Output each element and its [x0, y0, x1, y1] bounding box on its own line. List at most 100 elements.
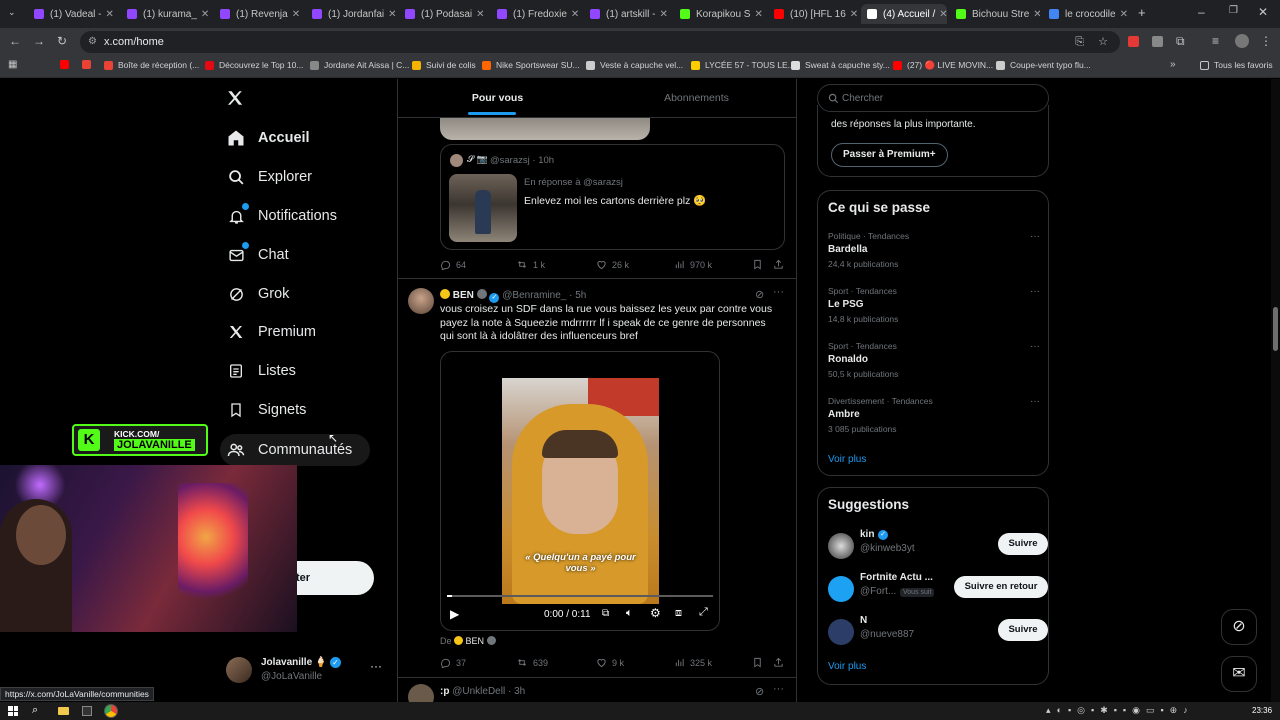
site-info-icon[interactable]: ⚙: [88, 31, 97, 53]
extension-icon[interactable]: [1152, 36, 1163, 47]
settings-icon[interactable]: ⚙: [650, 606, 661, 620]
close-tab-icon[interactable]: ✕: [655, 9, 667, 20]
video-progress-track[interactable]: [447, 595, 713, 597]
see-more-link[interactable]: Voir plus: [828, 661, 866, 672]
reload-icon[interactable]: ↻: [57, 34, 67, 48]
trend-item[interactable]: Politique · Tendances Bardella 24,4 k publ…: [828, 231, 1040, 269]
close-tab-icon[interactable]: ✕: [1029, 9, 1040, 20]
share-button[interactable]: [773, 657, 789, 668]
follow-button[interactable]: Suivre: [998, 619, 1048, 641]
grok-icon[interactable]: ⊘: [755, 685, 764, 698]
bookmark-item[interactable]: [82, 60, 96, 69]
trend-item[interactable]: Sport · Tendances Le PSG 14,8 k publicatio…: [828, 286, 1040, 324]
close-tab-icon[interactable]: ✕: [102, 9, 114, 20]
browser-tab[interactable]: (1) kurama_ ✕: [121, 4, 211, 24]
tab-search-icon[interactable]: ⌄: [8, 7, 16, 18]
author-name[interactable]: BEN: [453, 290, 474, 301]
file-explorer-icon[interactable]: [58, 707, 69, 715]
bookmark-item[interactable]: Veste à capuche vel...: [586, 60, 683, 70]
nav-item-grok[interactable]: Grok: [226, 279, 289, 309]
bookmark-item[interactable]: Boîte de réception (...: [104, 60, 199, 70]
bookmark-item[interactable]: Nike Sportswear SU...: [482, 60, 580, 70]
windows-start-icon[interactable]: [8, 706, 18, 716]
bookmark-button[interactable]: [752, 259, 768, 270]
bookmark-item[interactable]: (27) 🔴 LIVE MOVIN...: [893, 60, 993, 71]
post-time[interactable]: 3h: [514, 686, 525, 697]
follow-button[interactable]: Suivre en retour: [954, 576, 1048, 598]
browser-tab[interactable]: (4) Accueil / ✕: [861, 4, 947, 24]
extensions-puzzle-icon[interactable]: ⧉: [1176, 34, 1185, 49]
fullscreen-icon[interactable]: ⤢: [699, 606, 708, 619]
nav-item-premium[interactable]: Premium: [226, 317, 316, 347]
more-icon[interactable]: ···: [1030, 231, 1040, 242]
close-window-icon[interactable]: ✕: [1258, 5, 1268, 19]
grok-float-button[interactable]: ⊘: [1221, 609, 1257, 645]
back-icon[interactable]: ←: [9, 34, 21, 48]
nav-item-signets[interactable]: Signets: [226, 395, 306, 425]
close-tab-icon[interactable]: ✕: [567, 9, 579, 20]
premium-button[interactable]: Passer à Premium+: [831, 143, 948, 167]
bookmark-item[interactable]: Jordane Ait Aissa | C...: [310, 60, 409, 70]
nav-item-notifications[interactable]: Notifications: [226, 201, 337, 231]
browser-tab[interactable]: (1) Jordanfai ✕: [306, 4, 396, 24]
nav-item-listes[interactable]: Listes: [226, 356, 296, 386]
nav-item-explorer[interactable]: Explorer: [226, 162, 312, 192]
bookmark-item[interactable]: LYCÉE 57 - TOUS LE...: [691, 60, 795, 70]
apps-icon[interactable]: ▦: [8, 59, 17, 70]
avatar[interactable]: [408, 288, 434, 314]
views-button[interactable]: 325 k: [674, 657, 712, 668]
browser-tab[interactable]: le crocodile ✕: [1043, 4, 1133, 24]
taskbar-search-icon[interactable]: ⌕: [32, 704, 38, 717]
pip-icon[interactable]: ⧈: [675, 607, 682, 620]
close-tab-icon[interactable]: ✕: [472, 9, 484, 20]
browser-tab[interactable]: (1) Fredoxie ✕: [491, 4, 581, 24]
reply-button[interactable]: 64: [440, 259, 466, 270]
play-icon[interactable]: ▶: [450, 607, 459, 621]
bookmark-item[interactable]: Suivi de colis: [412, 60, 476, 70]
messages-float-button[interactable]: ✉: [1221, 656, 1257, 692]
suggestion-item[interactable]: kin @kinweb3yt ✓ Suivre: [828, 528, 1048, 562]
tab-for-you[interactable]: Pour vous: [398, 79, 597, 117]
quoted-post[interactable]: 𝓢 📷 @sarazsj · 10h En réponse à @sarazsj…: [440, 144, 785, 250]
avatar[interactable]: [408, 684, 434, 702]
all-bookmarks[interactable]: Tous les favoris: [1200, 60, 1273, 70]
close-tab-icon[interactable]: ✕: [197, 9, 209, 20]
views-button[interactable]: 970 k: [674, 259, 712, 270]
close-tab-icon[interactable]: ✕: [288, 9, 300, 20]
bookmark-item[interactable]: Découvrez le Top 10...: [205, 60, 303, 70]
star-icon[interactable]: ☆: [1098, 31, 1108, 53]
repost-button[interactable]: 1 k: [516, 259, 545, 270]
repost-button[interactable]: 639: [516, 657, 548, 668]
bookmark-item[interactable]: Coupe-vent typo flu...: [996, 60, 1091, 70]
close-tab-icon[interactable]: ✕: [1116, 9, 1128, 20]
trend-item[interactable]: Sport · Tendances Ronaldo 50,5 k publicati…: [828, 341, 1040, 379]
minimize-icon[interactable]: –: [1198, 5, 1205, 19]
extension-icon[interactable]: [1128, 36, 1139, 47]
close-tab-icon[interactable]: ✕: [384, 9, 396, 20]
volume-icon[interactable]: 🔈︎: [626, 607, 633, 620]
address-bar[interactable]: ⚙ x.com/home ⎘ ☆: [80, 31, 1120, 53]
like-button[interactable]: 26 k: [596, 259, 629, 270]
grok-icon[interactable]: ⊘: [755, 288, 764, 301]
more-icon[interactable]: ···: [1030, 396, 1040, 407]
install-icon[interactable]: ⎘: [1075, 31, 1084, 53]
post-image[interactable]: [440, 118, 650, 140]
author-name[interactable]: :p: [440, 686, 449, 697]
browser-tab[interactable]: (1) artskill - ✕: [584, 4, 672, 24]
close-tab-icon[interactable]: ✕: [935, 9, 947, 20]
see-more-link[interactable]: Voir plus: [828, 454, 866, 465]
nav-item-communauts[interactable]: Communautés: [220, 434, 371, 466]
trend-item[interactable]: Divertissement · Tendances Ambre 3 085 pub…: [828, 396, 1040, 434]
more-icon[interactable]: ···: [1030, 341, 1040, 352]
media-icon[interactable]: ≡: [1212, 34, 1219, 48]
restore-icon[interactable]: ❐: [1229, 5, 1238, 16]
captions-icon[interactable]: ⧉: [602, 608, 609, 619]
more-icon[interactable]: ···: [370, 659, 382, 673]
author-handle[interactable]: @Benramine_: [502, 290, 566, 301]
new-tab-icon[interactable]: +: [1138, 5, 1146, 20]
browser-tab[interactable]: (1) Vadeal - ✕: [28, 4, 118, 24]
browser-tab[interactable]: (1) Podasai ✕: [399, 4, 489, 24]
browser-tab[interactable]: (10) [HFL 16 ✕: [768, 4, 858, 24]
browser-tab[interactable]: (1) Revenja ✕: [214, 4, 304, 24]
close-tab-icon[interactable]: ✕: [750, 9, 762, 20]
